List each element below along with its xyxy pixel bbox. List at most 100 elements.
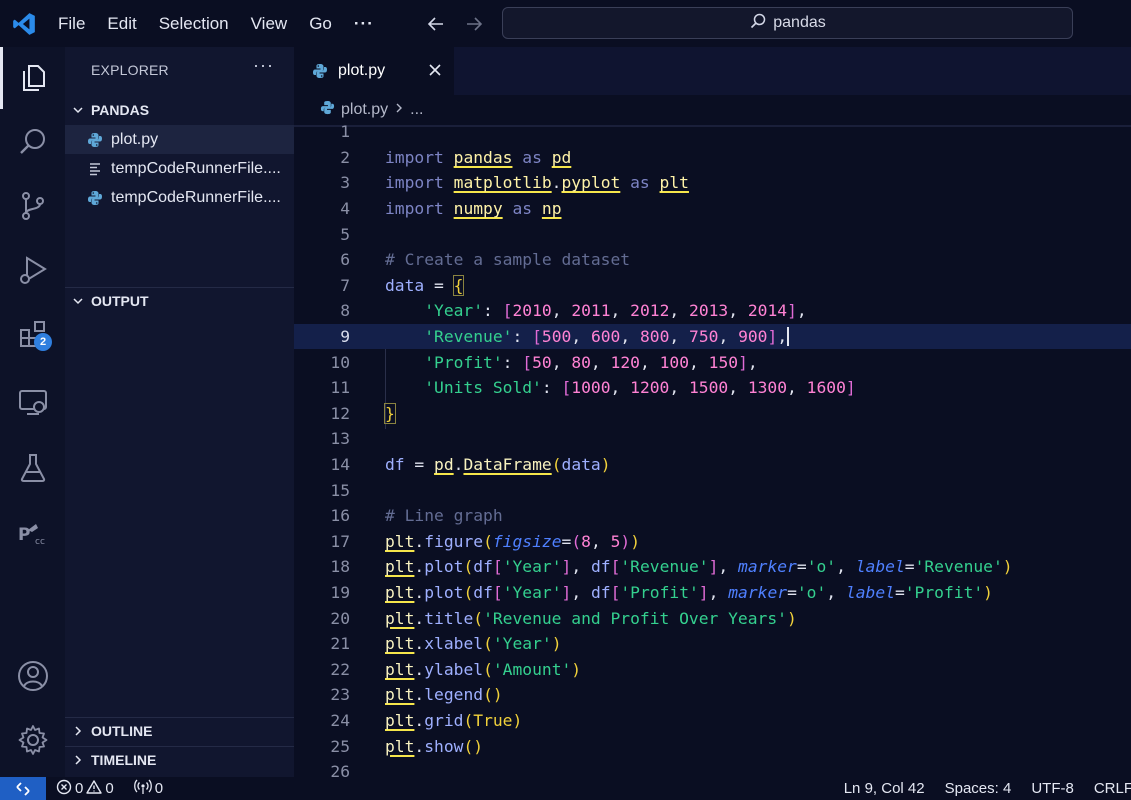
account-icon[interactable] xyxy=(0,645,65,707)
menu-go[interactable]: Go xyxy=(298,0,343,47)
code-line: 19 plt.plot(df['Year'], df['Profit'], mar… xyxy=(294,580,1131,606)
code-line: 17 plt.figure(figsize=(8, 5)) xyxy=(294,529,1131,555)
line-number: 14 xyxy=(330,455,350,475)
text-file-icon xyxy=(87,161,109,177)
explorer-icon[interactable] xyxy=(0,47,65,109)
menu-selection[interactable]: Selection xyxy=(148,0,240,47)
close-icon[interactable] xyxy=(426,61,444,79)
broadcast-icon xyxy=(133,779,152,799)
line-number: 22 xyxy=(330,659,350,679)
code-line: 22 plt.ylabel('Amount') xyxy=(294,657,1131,683)
code-editor[interactable]: 1 2 import pandas as pd 3 import matplotli… xyxy=(294,125,1131,777)
line-number: 5 xyxy=(340,224,350,244)
warning-icon xyxy=(86,779,103,799)
search-icon xyxy=(749,12,767,35)
line-number: 25 xyxy=(330,736,350,756)
indentation-setting[interactable]: Spaces: 4 xyxy=(945,780,1012,797)
problems-indicator[interactable]: 0 0 xyxy=(56,779,114,799)
python-file-icon xyxy=(312,63,330,79)
code-line: 16 # Line graph xyxy=(294,503,1131,529)
explorer-title: EXPLORER xyxy=(91,62,169,78)
code-line-current: 9 'Revenue': [500, 600, 800, 750, 900], xyxy=(294,323,1131,350)
svg-text:cc: cc xyxy=(35,537,45,547)
line-number: 19 xyxy=(330,583,350,603)
testing-icon[interactable] xyxy=(0,437,65,499)
chevron-right-icon xyxy=(65,754,91,766)
cursor-position[interactable]: Ln 9, Col 42 xyxy=(844,780,925,797)
line-number: 4 xyxy=(340,199,350,219)
line-number: 16 xyxy=(330,506,350,526)
line-number: 2 xyxy=(340,147,350,167)
timeline-section-header[interactable]: TIMELINE xyxy=(65,747,294,773)
command-center-search[interactable]: pandas xyxy=(502,7,1073,39)
file-item-tempcoderunner-txt[interactable]: tempCodeRunnerFile.... xyxy=(65,154,294,183)
tab-bar: plot.py xyxy=(294,47,1131,95)
code-line: 26 xyxy=(294,759,1131,777)
chevron-right-icon xyxy=(394,101,404,119)
line-number: 1 xyxy=(340,125,350,142)
remote-indicator-icon[interactable] xyxy=(0,777,46,800)
vscode-logo-icon xyxy=(0,0,47,47)
back-arrow-icon[interactable] xyxy=(425,13,447,35)
folder-name: PANDAS xyxy=(91,102,150,118)
chevron-down-icon xyxy=(65,104,91,116)
code-line: 10 'Profit': [50, 80, 120, 100, 150], xyxy=(294,349,1131,375)
explorer-sidebar: EXPLORER ··· PANDAS plot.py tempCodeRunn… xyxy=(65,47,294,777)
settings-gear-icon[interactable] xyxy=(0,709,65,771)
pascal-cc-icon[interactable]: Pcc xyxy=(0,503,65,565)
chevron-right-icon xyxy=(65,725,91,737)
title-bar: File Edit Selection View Go ··· pandas xyxy=(0,0,1131,47)
tab-plot-py[interactable]: plot.py xyxy=(294,47,454,95)
ports-indicator[interactable]: 0 xyxy=(133,779,164,799)
breadcrumb-file[interactable]: plot.py xyxy=(341,101,388,119)
code-line: 8 'Year': [2010, 2011, 2012, 2013, 2014]… xyxy=(294,298,1131,324)
extensions-icon[interactable]: 2 xyxy=(0,303,65,365)
eol-setting[interactable]: CRLF xyxy=(1094,780,1131,797)
menu-bar: File Edit Selection View Go ··· xyxy=(47,0,385,47)
line-number: 3 xyxy=(340,173,350,193)
ports-count: 0 xyxy=(154,780,164,797)
svg-text:P: P xyxy=(18,525,30,545)
file-name: tempCodeRunnerFile.... xyxy=(111,188,281,206)
search-icon[interactable] xyxy=(0,111,65,173)
line-number: 18 xyxy=(330,557,350,577)
run-debug-icon[interactable] xyxy=(0,239,65,301)
search-text: pandas xyxy=(773,14,826,31)
line-number: 12 xyxy=(330,403,350,423)
breadcrumb-more[interactable]: ... xyxy=(410,101,423,119)
menu-edit[interactable]: Edit xyxy=(96,0,147,47)
line-number: 26 xyxy=(330,762,350,777)
output-section-header[interactable]: OUTPUT xyxy=(65,288,294,314)
line-number: 11 xyxy=(330,378,350,398)
code-line: 6 # Create a sample dataset xyxy=(294,247,1131,273)
code-line: 18 plt.plot(df['Year'], df['Revenue'], ma… xyxy=(294,554,1131,580)
line-number: 20 xyxy=(330,608,350,628)
code-line: 14 df = pd.DataFrame(data) xyxy=(294,452,1131,478)
line-number: 10 xyxy=(330,352,350,372)
line-number: 23 xyxy=(330,685,350,705)
tab-label: plot.py xyxy=(338,62,386,79)
outline-section-header[interactable]: OUTLINE xyxy=(65,718,294,744)
code-line: 21 plt.xlabel('Year') xyxy=(294,631,1131,657)
source-control-icon[interactable] xyxy=(0,175,65,237)
menu-view[interactable]: View xyxy=(240,0,299,47)
explorer-more-button[interactable]: ··· xyxy=(253,55,274,76)
timeline-label: TIMELINE xyxy=(91,752,157,768)
folder-header-pandas[interactable]: PANDAS xyxy=(65,97,294,123)
file-item-tempcoderunner-py[interactable]: tempCodeRunnerFile.... xyxy=(65,183,294,212)
extensions-badge: 2 xyxy=(34,333,52,351)
code-line: 20 plt.title('Revenue and Profit Over Yea… xyxy=(294,605,1131,631)
menu-file[interactable]: File xyxy=(47,0,96,47)
outline-label: OUTLINE xyxy=(91,723,153,739)
encoding-setting[interactable]: UTF-8 xyxy=(1031,780,1074,797)
chevron-down-icon xyxy=(65,295,91,307)
code-line: 11 'Units Sold': [1000, 1200, 1500, 1300… xyxy=(294,375,1131,401)
file-item-plot-py[interactable]: plot.py xyxy=(65,125,294,154)
forward-arrow-icon[interactable] xyxy=(463,13,485,35)
code-line: 12} xyxy=(294,401,1131,427)
menu-more-button[interactable]: ··· xyxy=(343,0,385,47)
line-number: 8 xyxy=(340,301,350,321)
code-line: 3 import matplotlib.pyplot as plt xyxy=(294,170,1131,196)
remote-explorer-icon[interactable] xyxy=(0,371,65,433)
code-line: 24 plt.grid(True) xyxy=(294,708,1131,734)
